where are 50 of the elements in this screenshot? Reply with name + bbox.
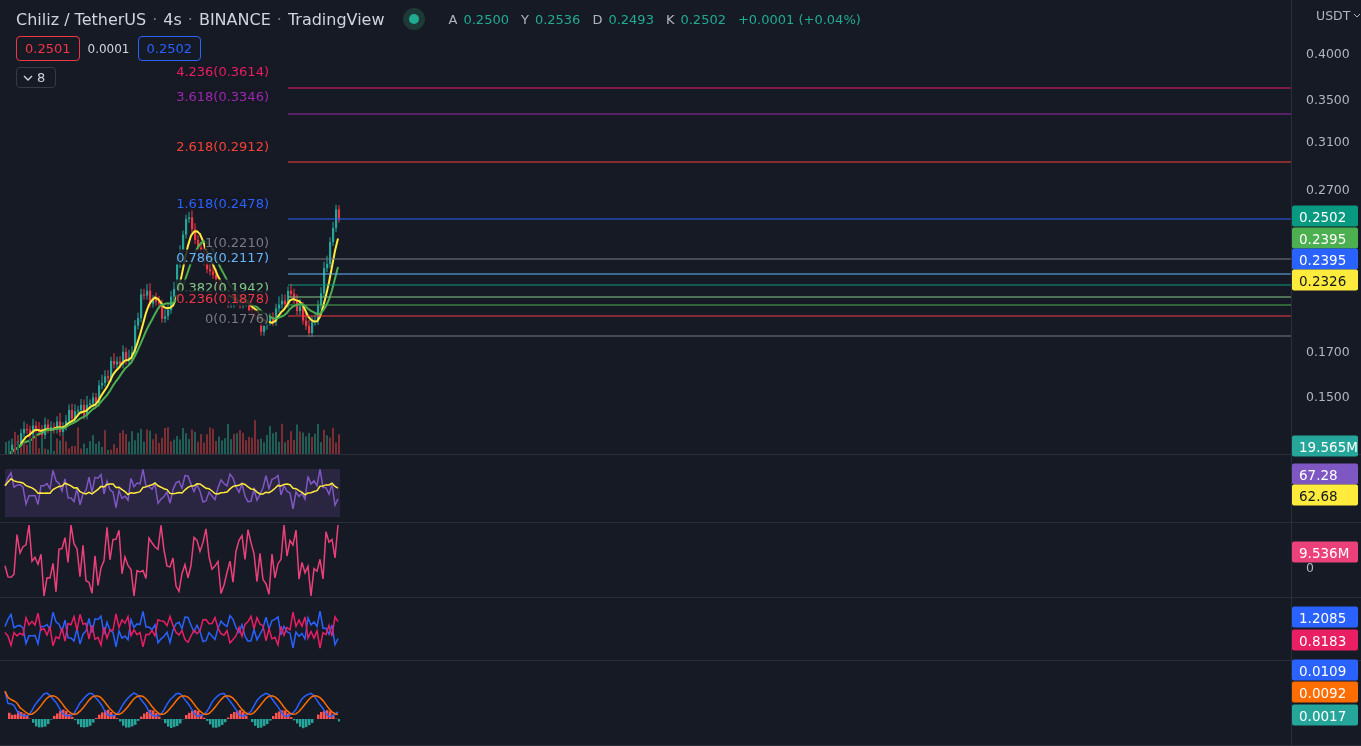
separator-dot: · [152,9,158,29]
price-axis-label: 0.2700 [1306,181,1350,197]
ohlc-value: 0.2493 [608,11,654,27]
indicator-value-badge: 0.0092 [1292,681,1358,703]
price-axis-label: 0.1700 [1306,343,1350,359]
spread-value: 0.0001 [87,41,130,56]
fibonacci-level-label: 0(0.1776) [205,310,269,326]
separator-dot: · [187,9,193,29]
price-axis-label: 0.1500 [1306,388,1350,404]
price-badge: 0.2395 [1292,248,1358,270]
chevron-down-icon [1353,12,1361,19]
fibonacci-level-label: 3.618(0.3346) [176,88,269,104]
fibonacci-level-label: 0.236(0.1878) [176,290,269,306]
indicator-value-badge: 0.8183 [1292,629,1358,651]
separator-dot: · [276,9,282,29]
indicator-value-badge: 62.68 [1292,484,1358,506]
sell-price-button[interactable]: 0.2501 [16,36,80,61]
ohlc-label: A [448,11,458,27]
symbol-title: Chiliz / TetherUS [16,9,147,29]
market-status-icon[interactable] [402,8,425,30]
fibonacci-level-label: 4.236(0.3614) [176,63,269,79]
buy-price-button[interactable]: 0.2502 [137,36,201,61]
ohlc-label: Y [520,11,529,27]
price-axis-label: 0.3100 [1306,133,1350,149]
ohlc-value: 0.2500 [463,11,509,27]
indicator-value-badge: 9.536M [1292,541,1358,563]
price-badge: 19.565M [1292,435,1358,457]
symbol-title: BINANCE [198,9,271,29]
symbol-title: 4s [163,9,182,29]
indicator-value-badge: 0.0017 [1292,704,1358,726]
currency-selector[interactable]: USDT [1316,8,1361,23]
ohlc-label: D [592,11,603,27]
price-badge: 0.2395 [1292,227,1358,249]
fibonacci-level-label: 2.618(0.2912) [176,138,269,154]
price-axis-label: 0.3500 [1306,91,1350,107]
price-change: +0.0001 (+0.04%) [737,11,861,27]
fibonacci-level-label: 1(0.2210) [205,234,269,250]
fibonacci-level-label: 0.786(0.2117) [176,249,269,265]
indicator-value-badge: 1.2085 [1292,606,1358,628]
fibonacci-level-label: 1.618(0.2478) [176,195,269,211]
indicator-value-badge: 0.0109 [1292,659,1358,681]
ohlc-value: 0.2502 [680,11,726,27]
price-badge: 0.2502 [1292,205,1358,227]
ohlc-value: 0.2536 [534,11,581,27]
ohlc-label: K [665,11,675,27]
price-axis-label: 0.4000 [1306,45,1350,61]
indicator-value-badge: 67.28 [1292,463,1358,485]
indicators-toggle-button[interactable]: 8 [16,67,56,88]
symbol-title: TradingView [287,9,385,29]
price-badge: 0.2326 [1292,269,1358,291]
